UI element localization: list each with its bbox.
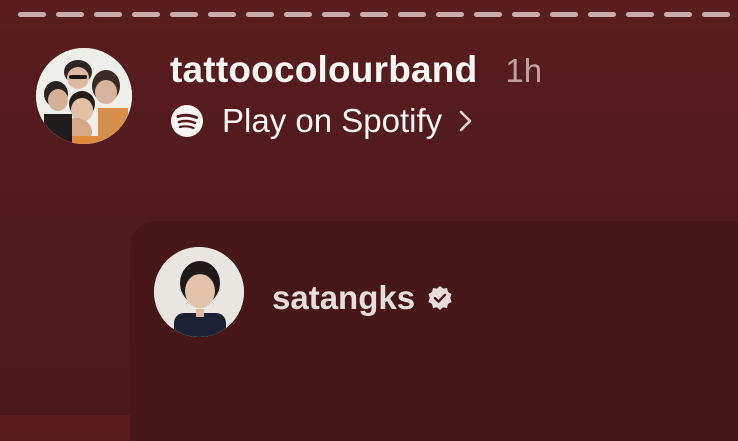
story-progress-segment (170, 12, 198, 17)
story-progress-segment (322, 12, 350, 17)
story-progress-segment (360, 12, 388, 17)
story-header: tattoocolourband 1h Play on Spotify (36, 46, 542, 146)
story-progress-segment (626, 12, 654, 17)
spotify-icon (171, 105, 203, 137)
user-avatar[interactable] (154, 247, 244, 337)
story-progress-segment (208, 12, 236, 17)
story-progress-segment (398, 12, 426, 17)
user-avatar-image (154, 247, 244, 337)
story-progress-segment (132, 12, 160, 17)
story-progress-segment (246, 12, 274, 17)
story-progress-segment (18, 12, 46, 17)
story-progress-segment (284, 12, 312, 17)
band-avatar[interactable] (36, 48, 132, 144)
story-progress-segment (474, 12, 502, 17)
verified-badge-icon (428, 286, 452, 310)
play-on-spotify-label: Play on Spotify (222, 102, 443, 139)
story-progress-segment (56, 12, 84, 17)
chevron-right-icon (459, 110, 472, 132)
story-progress-segment (436, 12, 464, 17)
story-progress-segment (550, 12, 578, 17)
band-avatar-image (36, 48, 132, 144)
story-progress-segment (588, 12, 616, 17)
story-progress-segment (702, 12, 730, 17)
story-timestamp: 1h (505, 52, 543, 89)
story-progress-segment (664, 12, 692, 17)
story-progress-segment (512, 12, 540, 17)
shared-post-username[interactable]: satangks (272, 279, 415, 317)
play-on-spotify-link[interactable]: Play on Spotify (170, 99, 542, 143)
story-progress-bar (18, 12, 738, 18)
story-username[interactable]: tattoocolourband (170, 49, 477, 91)
story-progress-segment (94, 12, 122, 17)
shared-post-card[interactable]: satangks (130, 221, 738, 441)
